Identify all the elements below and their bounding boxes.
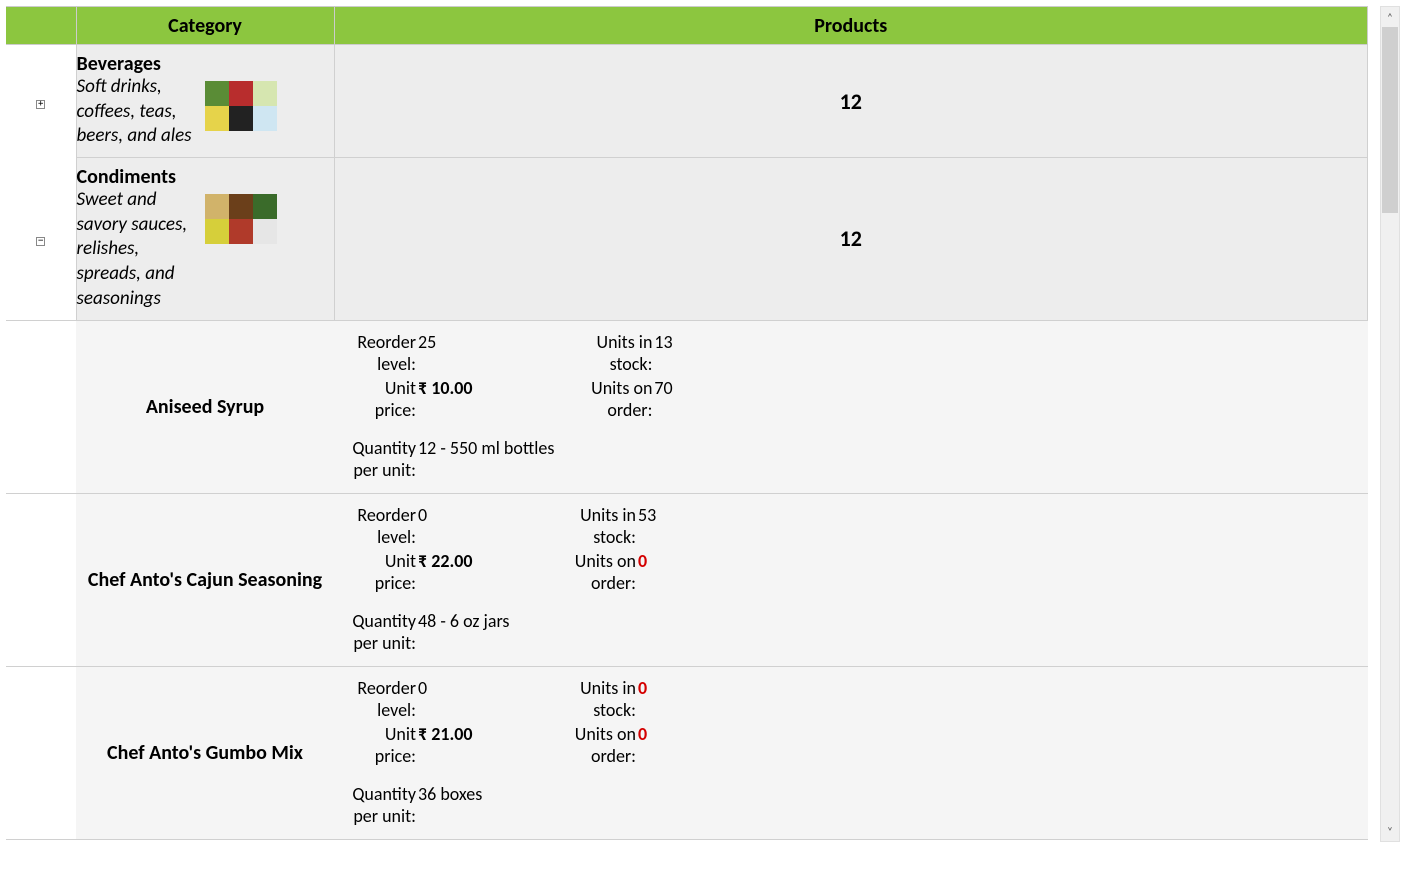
scroll-down-arrow[interactable]: ˅ xyxy=(1381,821,1399,841)
detail-line: Reorder level:25 xyxy=(342,331,554,375)
category-name: Beverages xyxy=(77,53,199,75)
expand-header xyxy=(6,7,76,45)
detail-line: Units in stock:13 xyxy=(578,331,774,375)
detail-value: 0 xyxy=(638,677,647,721)
detail-line: Quantity per unit:36 boxes xyxy=(342,783,538,827)
detail-line: Units on order:0 xyxy=(562,550,758,594)
category-row: − CondimentsSweet and savory sauces, reli… xyxy=(6,158,1368,320)
data-grid-viewport: Category Products + BeveragesSoft drinks,… xyxy=(6,6,1368,842)
products-header: Products xyxy=(334,7,1368,45)
detail-value: ₹ 22.00 xyxy=(418,550,473,594)
detail-label: Reorder level: xyxy=(342,677,418,721)
product-name: Chef Anto's Gumbo Mix xyxy=(76,666,334,839)
detail-value: 70 xyxy=(654,377,672,421)
detail-line: Unit price:₹ 22.00 xyxy=(342,550,538,594)
detail-line: Unit price:₹ 10.00 xyxy=(342,377,554,421)
product-name: Chef Anto's Cajun Seasoning xyxy=(76,493,334,666)
detail-line: Reorder level:0 xyxy=(342,504,538,548)
product-name: Aniseed Syrup xyxy=(76,320,334,493)
detail-label: Units in stock: xyxy=(562,504,638,548)
product-count: 12 xyxy=(334,158,1368,320)
detail-value: 0 xyxy=(418,677,427,721)
detail-label: Unit price: xyxy=(342,550,418,594)
detail-line: Quantity per unit:12 - 550 ml bottles xyxy=(342,437,554,481)
scroll-up-arrow[interactable]: ˄ xyxy=(1381,7,1399,27)
collapse-button[interactable]: − xyxy=(36,237,45,246)
detail-label: Reorder level: xyxy=(342,504,418,548)
detail-label: Quantity per unit: xyxy=(342,610,418,654)
detail-line: Quantity per unit:48 - 6 oz jars xyxy=(342,610,538,654)
detail-line: Unit price:₹ 21.00 xyxy=(342,723,538,767)
category-description: Soft drinks, coffees, teas, beers, and a… xyxy=(77,75,199,149)
category-thumbnail xyxy=(205,194,277,244)
product-details: Reorder level:0Unit price:₹ 21.00Quantit… xyxy=(334,666,1368,839)
detail-line: Units in stock:0 xyxy=(562,677,758,721)
category-row: + BeveragesSoft drinks, coffees, teas, be… xyxy=(6,45,1368,158)
detail-value: 13 xyxy=(654,331,672,375)
detail-label: Units on order: xyxy=(578,377,654,421)
detail-label: Units in stock: xyxy=(562,677,638,721)
detail-value: 25 xyxy=(418,331,436,375)
detail-line: Units in stock:53 xyxy=(562,504,758,548)
product-count: 12 xyxy=(334,45,1368,158)
vertical-scrollbar[interactable]: ˄ ˅ xyxy=(1380,6,1400,842)
detail-value: 53 xyxy=(638,504,656,548)
product-details: Reorder level:0Unit price:₹ 22.00Quantit… xyxy=(334,493,1368,666)
detail-label: Units on order: xyxy=(562,723,638,767)
detail-label: Unit price: xyxy=(342,377,418,421)
product-row: Aniseed SyrupReorder level:25Unit price:… xyxy=(6,320,1368,493)
detail-value: 0 xyxy=(418,504,427,548)
detail-value: 48 - 6 oz jars xyxy=(418,610,509,654)
detail-label: Reorder level: xyxy=(342,331,418,375)
detail-value: 36 boxes xyxy=(418,783,482,827)
product-details: Reorder level:25Unit price:₹ 10.00Quanti… xyxy=(334,320,1368,493)
detail-line: Reorder level:0 xyxy=(342,677,538,721)
category-cell: CondimentsSweet and savory sauces, relis… xyxy=(76,158,334,320)
expand-button[interactable]: + xyxy=(36,100,45,109)
product-row: Chef Anto's Cajun SeasoningReorder level… xyxy=(6,493,1368,666)
detail-value: 12 - 550 ml bottles xyxy=(418,437,554,481)
category-cell: BeveragesSoft drinks, coffees, teas, bee… xyxy=(76,45,334,158)
detail-value: ₹ 10.00 xyxy=(418,377,473,421)
detail-value: 0 xyxy=(638,550,647,594)
detail-line: Units on order:0 xyxy=(562,723,758,767)
category-name: Condiments xyxy=(77,166,199,188)
product-row: Chef Anto's Gumbo MixReorder level:0Unit… xyxy=(6,666,1368,839)
category-grid: Category Products + BeveragesSoft drinks,… xyxy=(6,6,1368,840)
category-description: Sweet and savory sauces, relishes, sprea… xyxy=(77,188,199,311)
detail-line: Units on order:70 xyxy=(578,377,774,421)
detail-label: Units on order: xyxy=(562,550,638,594)
detail-value: ₹ 21.00 xyxy=(418,723,473,767)
detail-label: Units in stock: xyxy=(578,331,654,375)
category-thumbnail xyxy=(205,81,277,131)
detail-label: Quantity per unit: xyxy=(342,437,418,481)
detail-label: Unit price: xyxy=(342,723,418,767)
detail-value: 0 xyxy=(638,723,647,767)
scroll-thumb[interactable] xyxy=(1382,27,1398,213)
category-header: Category xyxy=(76,7,334,45)
header-row: Category Products xyxy=(6,7,1368,45)
detail-label: Quantity per unit: xyxy=(342,783,418,827)
